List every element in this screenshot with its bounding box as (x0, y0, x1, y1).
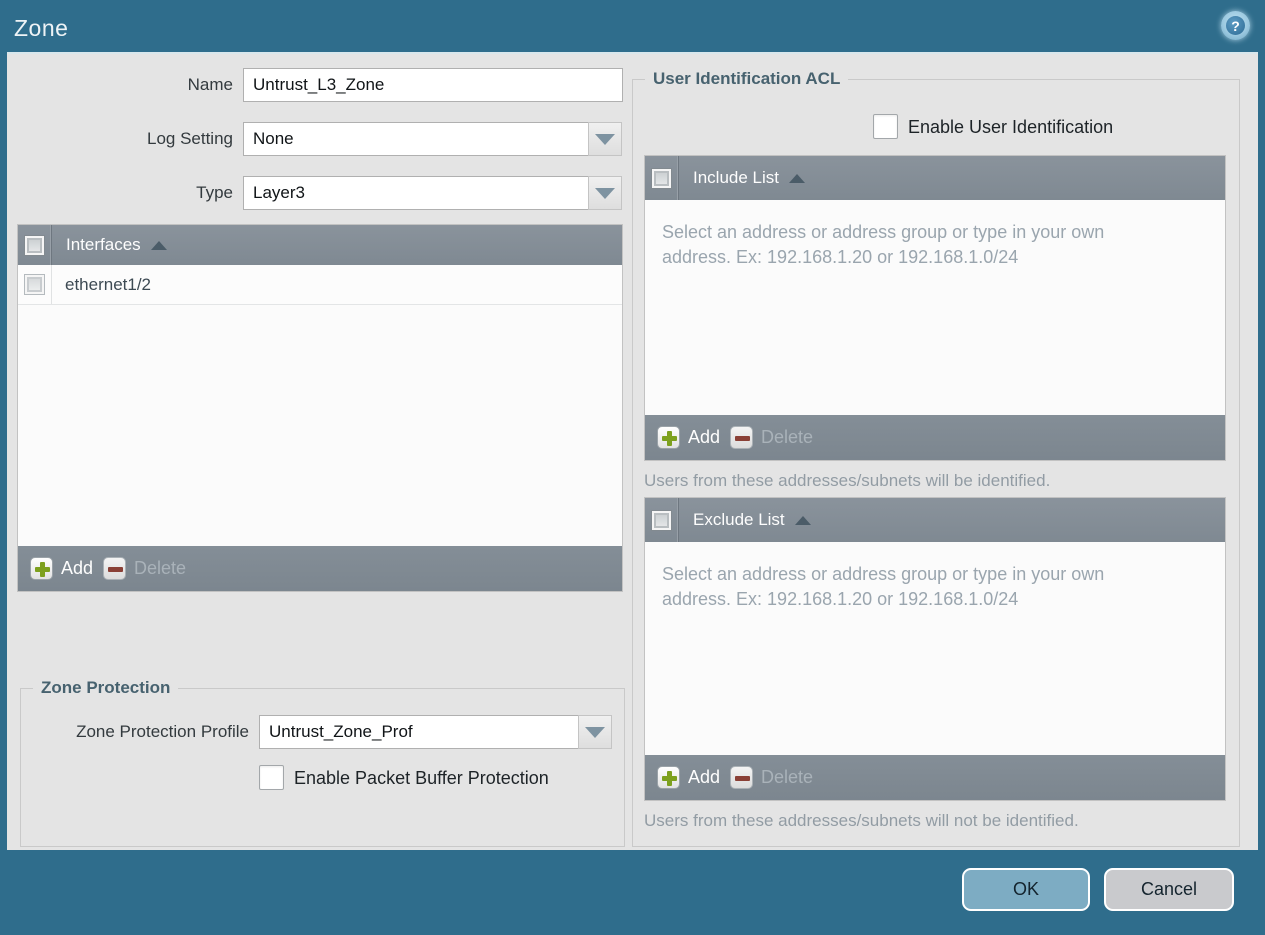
sort-asc-icon[interactable] (789, 173, 805, 183)
header-checkbox-cell (645, 156, 679, 200)
zone-protection-profile-input[interactable]: Untrust_Zone_Prof (259, 715, 579, 749)
delete-include-button[interactable]: Delete (730, 426, 813, 449)
type-input[interactable]: Layer3 (243, 176, 589, 210)
row-checkbox[interactable] (25, 275, 44, 294)
header-checkbox-cell (18, 225, 52, 265)
delete-exclude-button[interactable]: Delete (730, 766, 813, 789)
row-checkbox-cell (18, 265, 52, 304)
include-list-table: Include List Select an address or addres… (644, 155, 1226, 461)
interfaces-table: Interfaces ethernet1/2 Add Delete (17, 224, 623, 592)
log-setting-label: Log Setting (146, 129, 233, 148)
log-setting-dropdown-button[interactable] (588, 122, 622, 156)
add-button-label: Add (688, 767, 721, 787)
delete-button-label: Delete (761, 767, 814, 787)
dialog-title: Zone (14, 15, 69, 41)
delete-interface-button[interactable]: Delete (103, 557, 186, 580)
plus-icon (657, 766, 680, 789)
chevron-down-icon (595, 187, 615, 199)
help-icon[interactable]: ? (1221, 11, 1250, 40)
select-all-checkbox[interactable] (652, 510, 671, 530)
zone-protection-section: Zone Protection Zone Protection Profile … (20, 678, 625, 847)
select-all-checkbox[interactable] (25, 235, 44, 255)
ok-button[interactable]: OK (962, 868, 1090, 911)
cancel-button[interactable]: Cancel (1104, 868, 1234, 911)
zone-protection-profile-label: Zone Protection Profile (76, 722, 249, 741)
interface-name: ethernet1/2 (65, 274, 152, 294)
table-row[interactable]: ethernet1/2 (18, 265, 622, 305)
chevron-down-icon (595, 133, 615, 145)
exclude-list-header[interactable]: Exclude List (645, 498, 1225, 542)
minus-icon (730, 426, 754, 449)
name-input[interactable]: Untrust_L3_Zone (243, 68, 623, 102)
sort-asc-icon[interactable] (150, 240, 167, 250)
add-interface-button[interactable]: Add (30, 557, 93, 580)
plus-icon (657, 426, 680, 449)
include-list-body[interactable]: Select an address or address group or ty… (645, 200, 1225, 415)
include-list-header[interactable]: Include List (645, 156, 1225, 200)
zone-protection-profile-dropdown-button[interactable] (578, 715, 612, 749)
name-label: Name (187, 75, 233, 94)
add-include-button[interactable]: Add (657, 426, 720, 449)
minus-icon (730, 766, 754, 789)
user-identification-acl-legend: User Identification ACL (645, 69, 849, 89)
add-button-label: Add (688, 427, 721, 447)
select-all-checkbox[interactable] (652, 168, 671, 188)
exclude-list-table: Exclude List Select an address or addres… (644, 497, 1226, 801)
exclude-list-footer: Add Delete (645, 755, 1225, 800)
enable-user-identification-checkbox[interactable] (873, 114, 898, 139)
type-label: Type (196, 183, 233, 202)
zone-dialog: Zone ? Name Untrust_L3_Zone Log Setting … (0, 0, 1265, 935)
include-list-placeholder: Select an address or address group or ty… (662, 222, 1105, 267)
interfaces-column-header[interactable]: Interfaces (66, 235, 141, 255)
type-dropdown-button[interactable] (588, 176, 622, 210)
add-button-label: Add (61, 558, 94, 578)
header-checkbox-cell (645, 498, 679, 542)
exclude-list-body[interactable]: Select an address or address group or ty… (645, 542, 1225, 755)
include-list-column-header[interactable]: Include List (693, 168, 779, 188)
zone-protection-legend: Zone Protection (33, 678, 179, 698)
include-list-note: Users from these addresses/subnets will … (644, 471, 1051, 490)
dialog-body: Name Untrust_L3_Zone Log Setting None Ty… (7, 52, 1258, 850)
user-identification-acl-section: User Identification ACL Enable User Iden… (632, 69, 1240, 847)
enable-packet-buffer-protection-label: Enable Packet Buffer Protection (294, 768, 549, 788)
delete-button-label: Delete (134, 558, 187, 578)
add-exclude-button[interactable]: Add (657, 766, 720, 789)
interfaces-table-header[interactable]: Interfaces (18, 225, 622, 265)
exclude-list-note: Users from these addresses/subnets will … (644, 811, 1079, 830)
question-mark-glyph: ? (1226, 16, 1245, 35)
interfaces-table-footer: Add Delete (18, 546, 622, 591)
exclude-list-placeholder: Select an address or address group or ty… (662, 564, 1105, 609)
log-setting-input[interactable]: None (243, 122, 589, 156)
interfaces-table-body: ethernet1/2 (18, 265, 622, 546)
include-list-footer: Add Delete (645, 415, 1225, 460)
enable-user-identification-label: Enable User Identification (908, 117, 1114, 137)
chevron-down-icon (585, 726, 605, 738)
plus-icon (30, 557, 53, 580)
enable-packet-buffer-protection-checkbox[interactable] (259, 765, 284, 790)
exclude-list-column-header[interactable]: Exclude List (693, 510, 785, 530)
sort-asc-icon[interactable] (794, 515, 811, 525)
delete-button-label: Delete (761, 427, 814, 447)
minus-icon (103, 557, 127, 580)
